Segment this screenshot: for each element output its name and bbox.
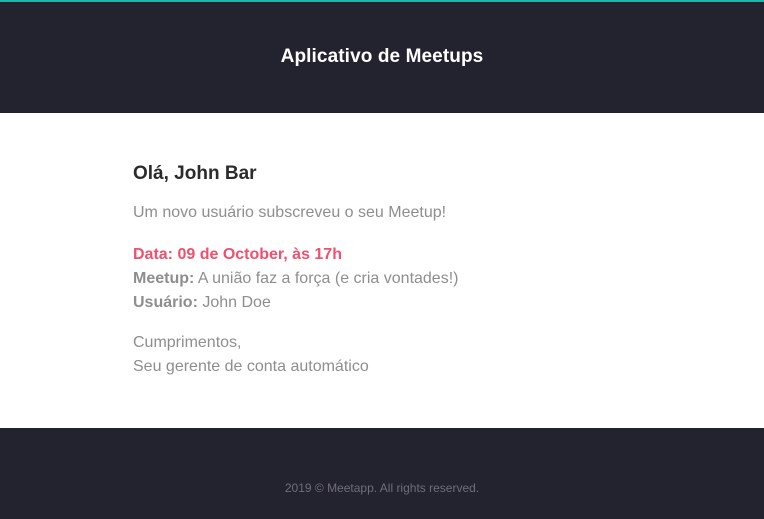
email-page: Aplicativo de Meetups Olá, John Bar Um n… (0, 0, 764, 519)
meetup-value: A união faz a força (e cria vontades!) (197, 270, 459, 287)
date-line: Data: 09 de October, às 17h (133, 246, 342, 263)
email-header: Aplicativo de Meetups (0, 0, 764, 113)
greeting-heading: Olá, John Bar (133, 163, 257, 184)
closing-line-2: Seu gerente de conta automático (133, 358, 369, 375)
top-accent-bar (0, 0, 764, 2)
copyright-text: 2019 © Meetapp. All rights reserved. (284, 480, 480, 495)
meetup-label: Meetup: (133, 270, 195, 287)
user-value: John Doe (202, 294, 271, 311)
closing-line-1: Cumprimentos, (133, 334, 242, 351)
app-title: Aplicativo de Meetups (280, 45, 484, 67)
intro-text: Um novo usuário subscreveu o seu Meetup! (133, 204, 447, 221)
email-body: Olá, John Bar Um novo usuário subscreveu… (0, 113, 764, 428)
user-line: Usuário: John Doe (133, 291, 764, 315)
meetup-details: Data: 09 de October, às 17h Meetup: A un… (133, 243, 764, 315)
meetup-line: Meetup: A união faz a força (e cria vont… (133, 267, 764, 291)
email-footer: 2019 © Meetapp. All rights reserved. (0, 428, 764, 519)
user-label: Usuário: (133, 294, 198, 311)
closing-signature: Cumprimentos, Seu gerente de conta autom… (133, 331, 764, 379)
